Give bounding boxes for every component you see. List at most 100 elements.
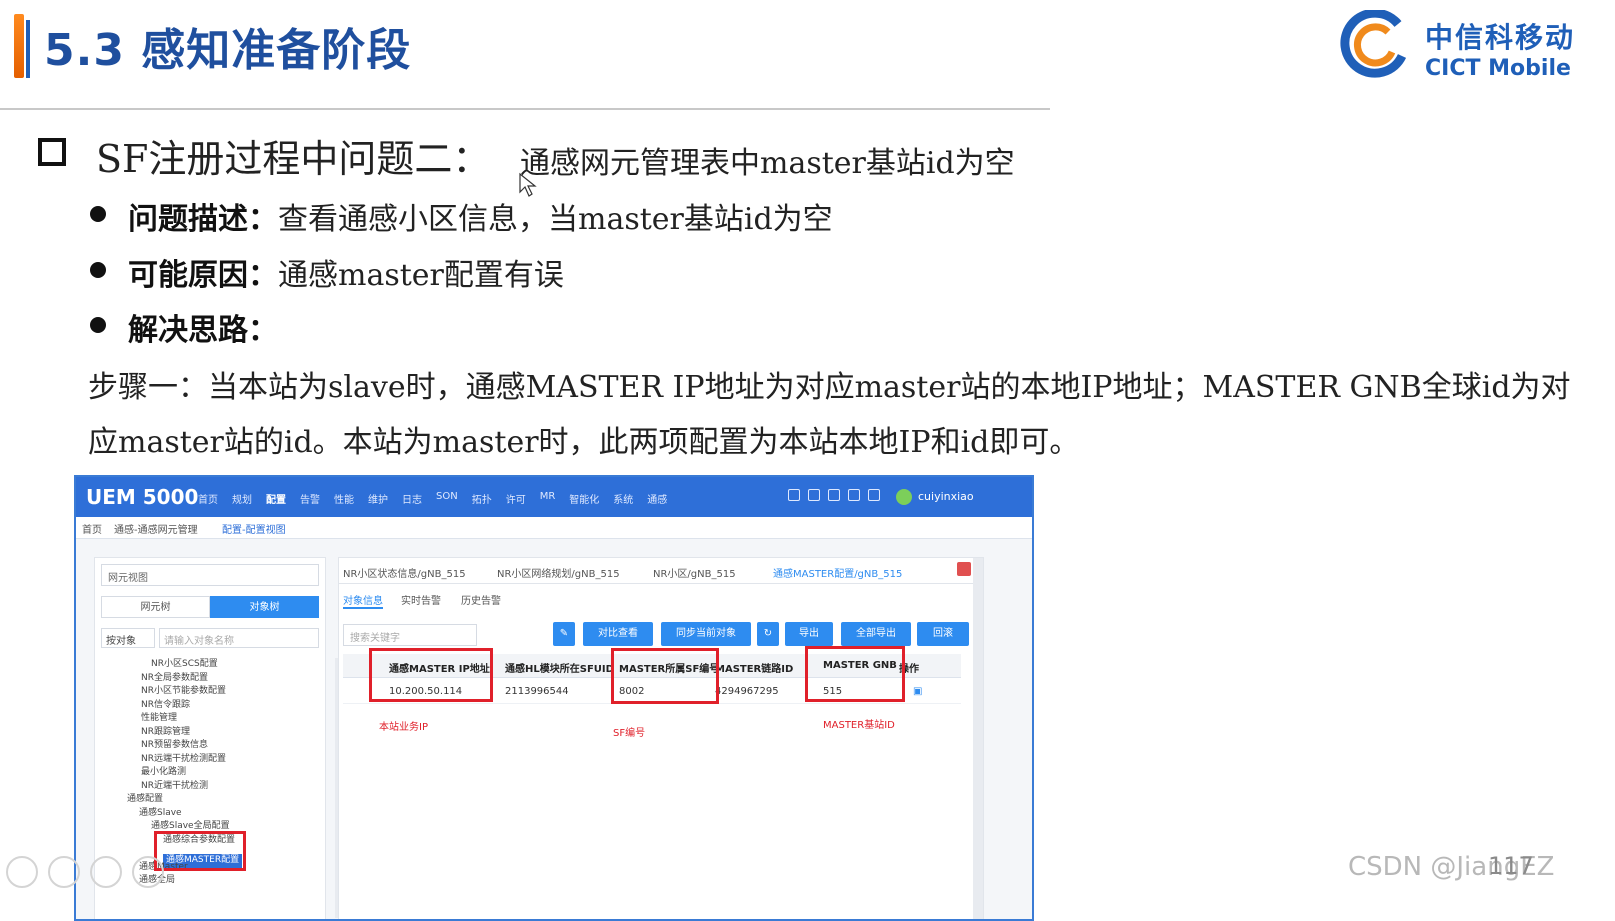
nav-item-config[interactable]: 配置 bbox=[266, 491, 286, 506]
tree-item[interactable]: NR小区节能参数配置 bbox=[101, 685, 321, 699]
main-scrollbar[interactable] bbox=[973, 558, 983, 919]
nav-item-performance[interactable]: 性能 bbox=[334, 491, 354, 506]
pen-icon[interactable] bbox=[48, 856, 80, 888]
grid-icon[interactable] bbox=[90, 856, 122, 888]
nav-item-home[interactable]: 首页 bbox=[198, 491, 218, 506]
filter-select[interactable]: 按对象 bbox=[101, 628, 155, 648]
nav-item-sensing[interactable]: 通感 bbox=[647, 491, 667, 506]
tab-sensing-ne-management[interactable]: 通感-通感网元管理 bbox=[114, 521, 198, 536]
highlight-box-ip bbox=[369, 648, 493, 702]
tree-item[interactable]: NR信令跟踪 bbox=[101, 699, 321, 713]
nav-item-intelligence[interactable]: 智能化 bbox=[569, 491, 599, 506]
close-icon[interactable] bbox=[957, 562, 971, 576]
slide-player-controls bbox=[6, 856, 164, 888]
subtab-history-alarm[interactable]: 历史告警 bbox=[461, 592, 501, 607]
nav-item-plan[interactable]: 规划 bbox=[232, 491, 252, 506]
tree-item[interactable]: NR全局参数配置 bbox=[101, 672, 321, 686]
main-config-panel: NR小区状态信息/gNB_515 NR小区网络规划/gNB_515 NR小区/g… bbox=[338, 557, 984, 919]
avatar[interactable] bbox=[896, 489, 912, 505]
tab-home[interactable]: 首页 bbox=[82, 521, 102, 536]
nav-menu: 首页 规划 配置 告警 性能 维护 日志 SON 拓扑 许可 MR 智能化 系统… bbox=[198, 491, 667, 506]
bullet-label-solution: 解决思路： bbox=[128, 313, 278, 348]
object-search-input[interactable]: 请输入对象名称 bbox=[159, 628, 319, 648]
column-master-link-id[interactable]: MASTER链路ID bbox=[715, 660, 793, 675]
help-icon[interactable] bbox=[868, 489, 880, 501]
logo-text-en: CICT Mobile bbox=[1425, 56, 1571, 81]
tree-tabs: 网元树 对象树 bbox=[101, 596, 319, 618]
column-hl-sfuid[interactable]: 通感HL模块所在SFUID bbox=[505, 660, 614, 675]
problem-heading: SF注册过程中问题二： bbox=[96, 137, 491, 181]
tree-item[interactable]: NR预留参数信息 bbox=[101, 739, 321, 753]
edit-button[interactable]: ✎ bbox=[553, 622, 575, 646]
tab-object-tree[interactable]: 对象树 bbox=[210, 596, 319, 618]
more-icon[interactable] bbox=[132, 856, 164, 888]
nav-item-mr[interactable]: MR bbox=[540, 491, 556, 506]
bell-icon[interactable] bbox=[808, 489, 820, 501]
title-divider bbox=[0, 108, 1050, 110]
tab-master-config[interactable]: 通感MASTER配置/gNB_515 bbox=[773, 565, 902, 580]
tree-item[interactable]: 通感Slave bbox=[101, 807, 321, 821]
object-tabs: NR小区状态信息/gNB_515 NR小区网络规划/gNB_515 NR小区/g… bbox=[339, 558, 983, 584]
tree-item[interactable]: 性能管理 bbox=[101, 712, 321, 726]
annotation-sf-number: SF编号 bbox=[613, 728, 646, 739]
annotation-master-gnb-id: MASTER基站ID bbox=[823, 720, 895, 731]
tab-config-view[interactable]: 配置-配置视图 bbox=[222, 521, 286, 536]
refresh-icon[interactable]: ↻ bbox=[757, 622, 779, 646]
tree-item[interactable]: 通感配置 bbox=[101, 793, 321, 807]
image-icon[interactable] bbox=[848, 489, 860, 501]
nav-item-alarm[interactable]: 告警 bbox=[300, 491, 320, 506]
problem-heading-detail: 通感网元管理表中master基站id为空 bbox=[520, 146, 1015, 181]
nav-item-system[interactable]: 系统 bbox=[613, 491, 633, 506]
highlight-box-sf bbox=[611, 648, 719, 704]
nav-item-son[interactable]: SON bbox=[436, 491, 458, 506]
bullet-dot-icon bbox=[90, 262, 106, 278]
bullet-dot-icon bbox=[90, 206, 106, 222]
header-icons bbox=[788, 489, 880, 501]
mail-icon[interactable] bbox=[788, 489, 800, 501]
top-navigation-bar: UEM 5000 首页 规划 配置 告警 性能 维护 日志 SON 拓扑 许可 … bbox=[76, 477, 1032, 517]
highlight-box-tree bbox=[154, 831, 246, 871]
user-name[interactable]: cuiyinxiao bbox=[918, 490, 974, 503]
tree-item[interactable]: NR远端干扰检测配置 bbox=[101, 753, 321, 767]
globe-icon[interactable] bbox=[828, 489, 840, 501]
tab-nr-cell[interactable]: NR小区/gNB_515 bbox=[653, 565, 736, 580]
highlight-box-gnb bbox=[805, 646, 905, 702]
compare-view-button[interactable]: 对比查看 bbox=[583, 622, 653, 646]
bullet-dot-icon bbox=[90, 317, 106, 333]
app-brand: UEM 5000 bbox=[86, 485, 199, 509]
cict-logo-icon bbox=[1340, 10, 1407, 78]
step-text-line1: 步骤一：当本站为slave时，通感MASTER IP地址为对应master站的本… bbox=[88, 370, 1571, 405]
nav-item-topology[interactable]: 拓扑 bbox=[472, 491, 492, 506]
view-select[interactable]: 网元视图 bbox=[101, 564, 319, 586]
cell-master-link-id: 4294967295 bbox=[715, 686, 779, 697]
embedded-uem-screenshot: UEM 5000 首页 规划 配置 告警 性能 维护 日志 SON 拓扑 许可 … bbox=[74, 475, 1034, 921]
tab-cell-planning[interactable]: NR小区网络规划/gNB_515 bbox=[497, 565, 620, 580]
export-button[interactable]: 导出 bbox=[785, 622, 833, 646]
tree-item[interactable]: NR跟踪管理 bbox=[101, 726, 321, 740]
keyword-search-input[interactable]: 搜索关键字 bbox=[343, 624, 477, 646]
row-edit-icon[interactable]: ▣ bbox=[913, 686, 922, 697]
nav-item-maintenance[interactable]: 维护 bbox=[368, 491, 388, 506]
sync-object-button[interactable]: 同步当前对象 bbox=[661, 622, 751, 646]
tree-item[interactable]: 最小化路测 bbox=[101, 766, 321, 780]
breadcrumb: 首页 通感-通感网元管理 配置-配置视图 bbox=[76, 517, 1032, 539]
tab-ne-tree[interactable]: 网元树 bbox=[101, 596, 210, 618]
subtab-realtime-alarm[interactable]: 实时告警 bbox=[401, 592, 441, 607]
cell-hl-sfuid: 2113996544 bbox=[505, 686, 569, 697]
subtab-object-info[interactable]: 对象信息 bbox=[343, 592, 383, 609]
logo-text-cn: 中信科移动 bbox=[1425, 21, 1576, 54]
export-all-button[interactable]: 全部导出 bbox=[841, 622, 911, 646]
tree-item[interactable]: NR小区SCS配置 bbox=[101, 658, 321, 672]
nav-item-license[interactable]: 许可 bbox=[506, 491, 526, 506]
bullet-text-cause: 通感master配置有误 bbox=[278, 258, 564, 293]
play-icon[interactable] bbox=[6, 856, 38, 888]
bullet-label-cause: 可能原因： bbox=[128, 258, 278, 293]
bullet-label-description: 问题描述： bbox=[128, 202, 278, 237]
step-text-line2: 应master站的id。本站为master时，此两项配置为本站本地IP和id即可… bbox=[88, 425, 1080, 460]
tree-item[interactable]: NR近端干扰检测 bbox=[101, 780, 321, 794]
rollback-button[interactable]: 回滚 bbox=[917, 622, 969, 646]
tab-cell-status[interactable]: NR小区状态信息/gNB_515 bbox=[343, 565, 466, 580]
nav-item-log[interactable]: 日志 bbox=[402, 491, 422, 506]
square-bullet-icon bbox=[38, 138, 66, 166]
annotation-local-ip: 本站业务IP bbox=[379, 722, 428, 733]
